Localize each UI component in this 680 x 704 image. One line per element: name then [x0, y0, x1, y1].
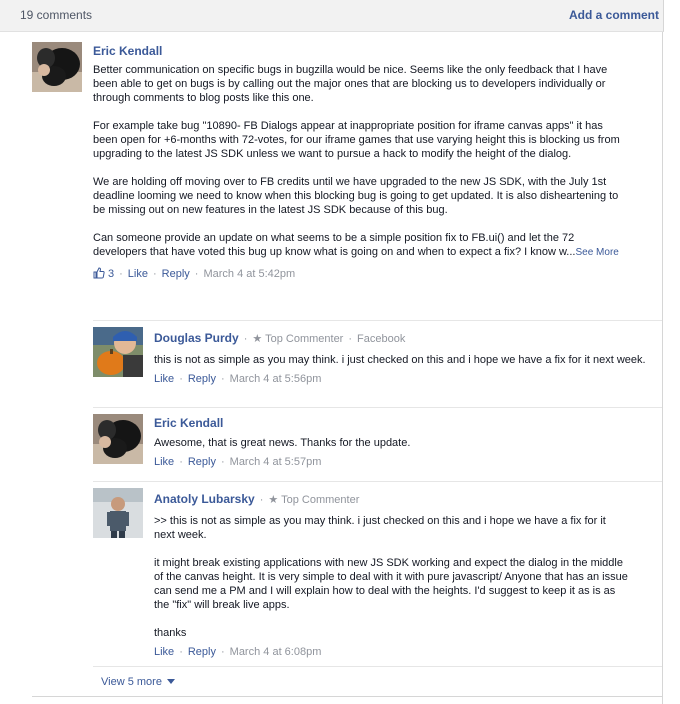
- like-link[interactable]: Like: [128, 268, 148, 280]
- comment-count: 19 comments: [20, 8, 93, 22]
- comment-paragraph: Better communication on specific bugs in…: [93, 64, 608, 104]
- comment-paragraph: Can someone provide an update on what se…: [93, 231, 629, 260]
- like-link[interactable]: Like: [154, 456, 174, 468]
- reply-paragraph: this is not as simple as you may think. …: [154, 354, 646, 366]
- comments-header: 19 comments Add a comment: [0, 0, 664, 32]
- affiliation[interactable]: Facebook: [357, 333, 405, 345]
- like-count[interactable]: 3: [108, 268, 114, 280]
- top-commenter-badge: Top Commenter: [265, 333, 344, 345]
- reply-link[interactable]: Reply: [162, 268, 190, 280]
- comment-actions: 3 · Like · Reply · March 4 at 5:42pm: [93, 267, 633, 282]
- reply-text: this is not as simple as you may think. …: [154, 353, 654, 367]
- star-icon: ★: [252, 333, 263, 345]
- timestamp[interactable]: March 4 at 5:42pm: [203, 268, 295, 280]
- reply-paragraph: >> this is not as simple as you may thin…: [154, 515, 606, 541]
- view-more-replies-link[interactable]: View 5 more: [101, 676, 175, 688]
- timestamp[interactable]: March 4 at 6:08pm: [230, 646, 322, 658]
- comment-paragraph-text: Can someone provide an update on what se…: [93, 232, 576, 258]
- like-link[interactable]: Like: [154, 373, 174, 385]
- reply-actions: Like · Reply · March 4 at 5:56pm: [154, 373, 322, 385]
- avatar[interactable]: [93, 327, 143, 377]
- see-more-link[interactable]: See More: [575, 247, 618, 258]
- timestamp[interactable]: March 4 at 5:57pm: [230, 456, 322, 468]
- person-avatar-icon: [93, 488, 143, 538]
- divider: [93, 666, 662, 667]
- reply-link[interactable]: Reply: [188, 646, 216, 658]
- person-with-pumpkin-avatar-icon: [93, 327, 143, 377]
- reply-text: Awesome, that is great news. Thanks for …: [154, 436, 654, 450]
- top-commenter-badge: Top Commenter: [281, 494, 360, 506]
- avatar[interactable]: [93, 488, 143, 538]
- add-comment-link[interactable]: Add a comment: [569, 8, 659, 22]
- star-icon: ★: [268, 494, 279, 506]
- avatar[interactable]: [93, 414, 143, 464]
- divider: [93, 320, 662, 321]
- dog-avatar-icon: [93, 414, 143, 464]
- comment-paragraph: For example take bug "10890- FB Dialogs …: [93, 120, 620, 160]
- divider: [93, 481, 662, 482]
- caret-down-icon: [166, 679, 175, 684]
- reply-actions: Like · Reply · March 4 at 6:08pm: [154, 646, 322, 658]
- timestamp[interactable]: March 4 at 5:56pm: [230, 373, 322, 385]
- avatar[interactable]: [32, 42, 82, 92]
- reply-paragraph: Awesome, that is great news. Thanks for …: [154, 437, 411, 449]
- divider: [93, 407, 662, 408]
- comment-paragraph: We are holding off moving over to FB cre…: [93, 176, 619, 216]
- reply-author[interactable]: Douglas Purdy: [154, 331, 239, 345]
- reply-author[interactable]: Eric Kendall: [154, 416, 654, 430]
- thumbs-up-icon[interactable]: [93, 267, 105, 282]
- reply-actions: Like · Reply · March 4 at 5:57pm: [154, 456, 322, 468]
- comment-author[interactable]: Eric Kendall: [93, 44, 633, 58]
- like-link[interactable]: Like: [154, 646, 174, 658]
- reply-paragraph: it might break existing applications wit…: [154, 557, 628, 611]
- dog-avatar-icon: [32, 42, 82, 92]
- reply-text: >> this is not as simple as you may thin…: [154, 514, 629, 640]
- reply-link[interactable]: Reply: [188, 456, 216, 468]
- divider: [32, 696, 662, 697]
- comment-text: Better communication on specific bugs in…: [93, 63, 629, 260]
- reply-link[interactable]: Reply: [188, 373, 216, 385]
- reply-author[interactable]: Anatoly Lubarsky: [154, 492, 255, 506]
- view-more-label: View 5 more: [101, 676, 162, 688]
- reply-paragraph: thanks: [154, 627, 187, 639]
